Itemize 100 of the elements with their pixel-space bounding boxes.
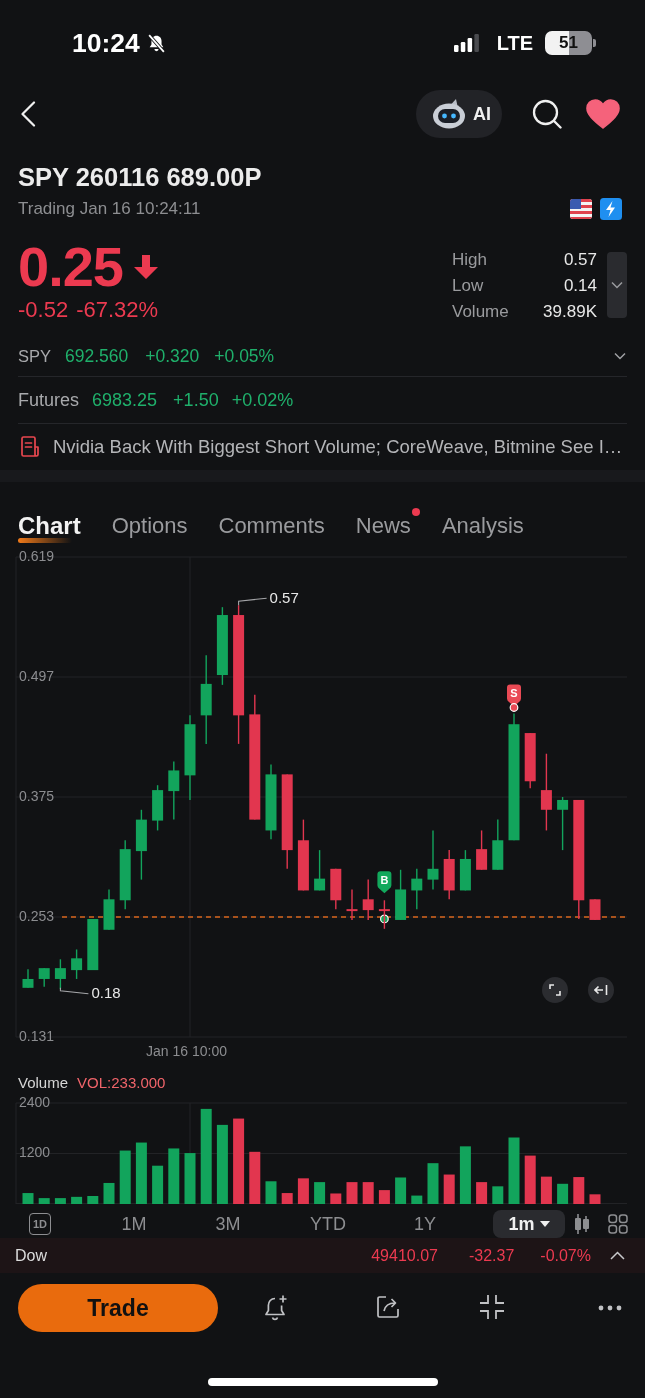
more-icon[interactable] (598, 1305, 622, 1311)
candle (589, 898, 601, 921)
axis-label: 0.131 (19, 1027, 55, 1044)
sell-marker[interactable]: S (507, 684, 521, 707)
chevron-down-icon (611, 281, 623, 289)
chevron-down-icon[interactable] (614, 352, 626, 360)
search-icon[interactable] (532, 99, 562, 129)
volume-bar (297, 1178, 309, 1204)
underlying-price: 692.560 (65, 345, 129, 367)
stat-label: Volume (452, 301, 510, 323)
volume-label: Volume (18, 1073, 69, 1093)
candle (54, 958, 66, 990)
tab[interactable]: Analysis (441, 512, 524, 548)
chevron-left-icon[interactable] (20, 101, 36, 127)
caret-down-icon (539, 1221, 550, 1227)
clock-time: 10:24 (72, 27, 140, 59)
news-headline[interactable]: Nvidia Back With Biggest Short Volume; CoreWeave, Bitmine See I… (53, 436, 623, 458)
fullscreen-button[interactable] (542, 977, 568, 1003)
volume-bar (492, 1186, 504, 1204)
candle (459, 849, 471, 892)
candle (346, 888, 358, 921)
trading-status: Trading Jan 16 10:24:11 (18, 199, 201, 219)
tab[interactable]: Comments (218, 512, 325, 548)
period-tab[interactable]: 1M (121, 1213, 147, 1235)
axis-label: 0.619 (19, 548, 55, 564)
time-axis-label: Jan 16 10:00 (146, 1043, 227, 1059)
axis-label: 0.253 (19, 907, 55, 924)
grid-icon[interactable] (608, 1214, 628, 1234)
signal-icon (453, 34, 479, 52)
candle (557, 796, 569, 851)
candle (103, 888, 115, 931)
volume-bar (378, 1190, 390, 1204)
volume-bar (346, 1182, 358, 1204)
bell-plus-icon[interactable] (262, 1294, 290, 1322)
period-tab[interactable]: 1Y (414, 1213, 436, 1235)
volume-bar (54, 1198, 66, 1204)
share-icon[interactable] (375, 1294, 401, 1320)
candle (411, 868, 423, 910)
document-icon (20, 436, 40, 458)
index-name: Dow (15, 1246, 47, 1265)
trade-button[interactable]: Trade (18, 1284, 218, 1332)
stat-value: 0.57 (563, 249, 597, 271)
compress-icon[interactable] (479, 1294, 505, 1320)
underlying-change: +0.320 (145, 345, 200, 367)
volume-bar (540, 1176, 552, 1204)
candle (476, 829, 488, 871)
futures-price: 6983.25 (92, 389, 158, 411)
candle (135, 809, 147, 881)
candle (443, 849, 455, 900)
candle (524, 732, 536, 789)
volume-bar (119, 1150, 131, 1204)
candle (71, 948, 83, 980)
stat-value: 39.89K (543, 301, 597, 323)
volume-bar (330, 1193, 342, 1204)
candle (362, 878, 374, 921)
candle (492, 818, 504, 871)
volume-bar (103, 1182, 115, 1204)
volume-bar (71, 1196, 83, 1204)
volume-bar (362, 1182, 374, 1204)
volume-bar (135, 1142, 147, 1204)
tab[interactable]: News (355, 512, 411, 548)
bell-slash-icon (145, 32, 167, 54)
volume-bar (249, 1151, 261, 1204)
last-price: 0.25 (18, 238, 123, 296)
low-price-label: 0.18 (91, 983, 121, 1001)
period-tab[interactable]: YTD (310, 1213, 346, 1235)
arrow-to-edge-icon (594, 984, 608, 996)
candle (152, 784, 164, 832)
volume-bar (184, 1153, 196, 1204)
volume-bar (38, 1198, 50, 1204)
interval-dropdown[interactable]: 1m (493, 1210, 565, 1238)
candle (87, 918, 99, 971)
candle (168, 760, 180, 821)
volume-bar (87, 1196, 99, 1204)
battery-indicator: 51 (545, 31, 596, 55)
tab[interactable]: Chart (18, 512, 81, 548)
underlying-percent: +0.05% (214, 345, 275, 367)
candle (330, 868, 342, 910)
futures-change: +1.50 (173, 389, 219, 411)
heart-icon[interactable] (586, 99, 620, 129)
trade-dot-icon (380, 914, 389, 924)
futures-percent: +0.02% (231, 389, 294, 411)
stat-value: 0.14 (563, 275, 597, 297)
period-tab[interactable]: 3M (215, 1213, 241, 1235)
tab[interactable]: Options (111, 512, 188, 548)
axis-label: 1200 (19, 1144, 51, 1161)
volume-bar (168, 1148, 180, 1204)
candlestick-icon[interactable] (573, 1214, 591, 1234)
ai-assistant-button[interactable]: AI (416, 90, 502, 138)
volume-bar (395, 1177, 407, 1204)
flag-icon (570, 198, 592, 220)
network-label: LTE (496, 31, 533, 55)
volume-bar (508, 1137, 520, 1204)
scroll-to-latest-button[interactable] (588, 977, 614, 1003)
lightning-icon (600, 198, 622, 220)
period-button[interactable]: 1D (29, 1213, 51, 1235)
contract-title: SPY 260116 689.00P (18, 162, 263, 192)
trade-dot-icon (509, 703, 519, 712)
volume-bar (459, 1146, 471, 1204)
chevron-up-icon[interactable] (610, 1251, 625, 1260)
